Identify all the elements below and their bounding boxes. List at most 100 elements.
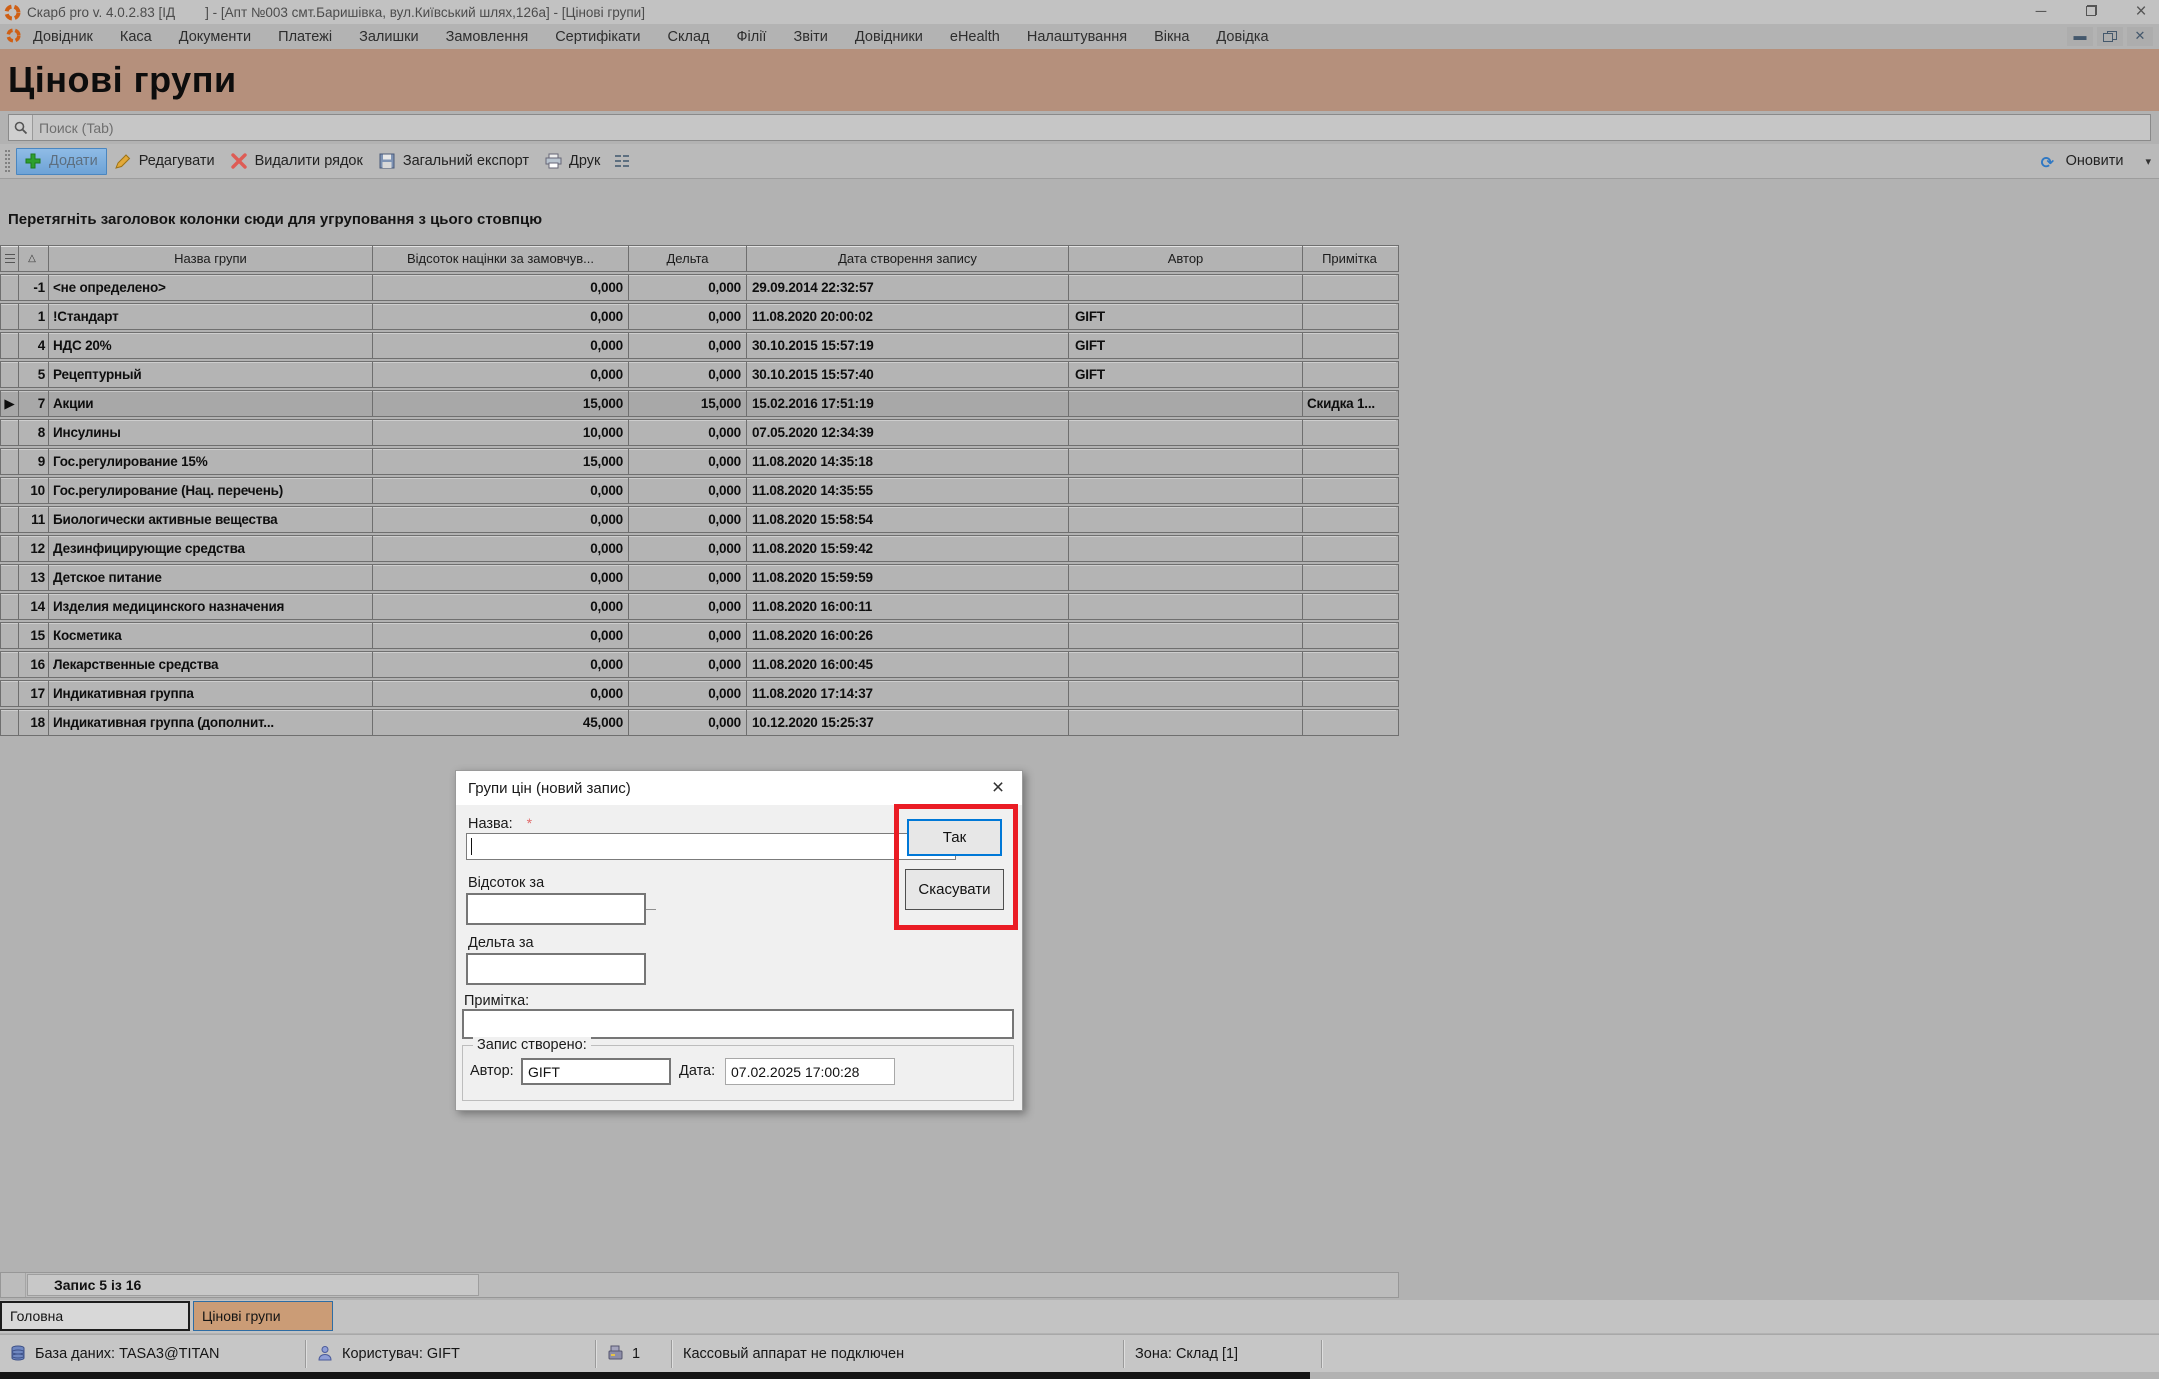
cell-delta: 0,000: [629, 623, 747, 648]
cell-indicator: [1, 420, 19, 445]
table-row[interactable]: 18Индикативная группа (дополнит...45,000…: [0, 709, 1399, 736]
table-row[interactable]: 12Дезинфицирующие средства0,0000,00011.0…: [0, 535, 1399, 562]
table-row[interactable]: 15Косметика0,0000,00011.08.2020 16:00:26: [0, 622, 1399, 649]
delta-field[interactable]: [466, 953, 646, 985]
table-row[interactable]: ▶7Акции15,00015,00015.02.2016 17:51:19Ск…: [0, 390, 1399, 417]
column-header-note[interactable]: Примітка: [1303, 246, 1396, 271]
search-input[interactable]: [33, 116, 2150, 139]
column-header-name[interactable]: Назва групи: [49, 246, 373, 271]
table-row[interactable]: -1<не определено>0,0000,00029.09.2014 22…: [0, 274, 1399, 301]
date-field[interactable]: [725, 1058, 895, 1085]
menu-item-9[interactable]: Звіти: [793, 29, 827, 45]
cell-author: [1069, 594, 1303, 619]
cell-note: [1303, 507, 1396, 532]
menu-item-13[interactable]: Вікна: [1154, 29, 1189, 45]
user-icon: [317, 1345, 334, 1362]
cell-percent: 45,000: [373, 710, 629, 735]
toolbar-dropdown-icon[interactable]: ▾: [2145, 155, 2151, 168]
table-row[interactable]: 10Гос.регулирование (Нац. перечень)0,000…: [0, 477, 1399, 504]
refresh-button[interactable]: ⟳ Оновити ▾: [2041, 153, 2151, 170]
menu-item-0[interactable]: Довідник: [33, 29, 93, 45]
delete-row-button[interactable]: Видалити рядок: [223, 149, 371, 174]
cell-indicator: [1, 304, 19, 329]
cell-id: -1: [19, 275, 49, 300]
column-header-author[interactable]: Автор: [1069, 246, 1303, 271]
cell-indicator: [1, 623, 19, 648]
cell-indicator: [1, 536, 19, 561]
menu-item-3[interactable]: Платежі: [278, 29, 332, 45]
mdi-restore-icon[interactable]: [2097, 27, 2123, 46]
toolbar-grip[interactable]: [5, 150, 10, 172]
print-button[interactable]: Друк: [537, 149, 608, 174]
mdi-minimize-icon[interactable]: ▬: [2067, 27, 2093, 46]
table-row[interactable]: 13Детское питание0,0000,00011.08.2020 15…: [0, 564, 1399, 591]
cell-name: !Стандарт: [49, 304, 373, 329]
search-row: [0, 112, 2159, 144]
cell-name: Изделия медицинского назначения: [49, 594, 373, 619]
column-header-percent[interactable]: Відсоток націнки за замовчув...: [373, 246, 629, 271]
cell-created: 30.10.2015 15:57:40: [747, 362, 1069, 387]
menu-item-7[interactable]: Склад: [668, 29, 710, 45]
add-button-label: Додати: [49, 153, 98, 169]
bottom-edge: [0, 1372, 1310, 1379]
search-icon[interactable]: [9, 115, 33, 140]
cell-created: 10.12.2020 15:25:37: [747, 710, 1069, 735]
menu-item-8[interactable]: Філії: [736, 29, 766, 45]
cell-delta: 0,000: [629, 275, 747, 300]
menu-item-14[interactable]: Довідка: [1216, 29, 1268, 45]
edit-button[interactable]: Редагувати: [107, 149, 223, 174]
table-row[interactable]: 5Рецептурный0,0000,00030.10.2015 15:57:4…: [0, 361, 1399, 388]
add-button[interactable]: Додати: [16, 148, 107, 175]
column-header-delta[interactable]: Дельта: [629, 246, 747, 271]
cell-author: [1069, 391, 1303, 416]
cancel-button[interactable]: Скасувати: [905, 869, 1004, 910]
author-field[interactable]: [521, 1058, 671, 1085]
cell-indicator: [1, 652, 19, 677]
percent-field[interactable]: [466, 893, 646, 925]
delete-row-button-label: Видалити рядок: [255, 153, 363, 169]
close-icon[interactable]: ×: [2131, 0, 2151, 24]
cell-note: Скидка 1...: [1303, 391, 1396, 416]
created-groupbox: Запис створено: Автор: Дата:: [462, 1045, 1014, 1101]
menu-item-1[interactable]: Каса: [120, 29, 152, 45]
app-logo-icon: [4, 4, 21, 21]
menu-item-2[interactable]: Документи: [179, 29, 251, 45]
cell-name: Гос.регулирование 15%: [49, 449, 373, 474]
dialog-close-icon[interactable]: ×: [986, 776, 1010, 800]
grid-view-icon[interactable]: [614, 153, 631, 170]
table-row[interactable]: 9Гос.регулирование 15%15,0000,00011.08.2…: [0, 448, 1399, 475]
cell-name: Акции: [49, 391, 373, 416]
menu-item-10[interactable]: Довідники: [855, 29, 923, 45]
export-button[interactable]: Загальний експорт: [371, 149, 537, 174]
table-row[interactable]: 17Индикативная группа0,0000,00011.08.202…: [0, 680, 1399, 707]
menu-item-6[interactable]: Сертифікати: [555, 29, 640, 45]
menu-item-5[interactable]: Замовлення: [446, 29, 529, 45]
table-row[interactable]: 16Лекарственные средства0,0000,00011.08.…: [0, 651, 1399, 678]
minimize-icon[interactable]: ─: [2031, 0, 2051, 24]
cell-note: [1303, 594, 1396, 619]
restore-icon[interactable]: [2081, 0, 2101, 24]
table-row[interactable]: 1!Стандарт0,0000,00011.08.2020 20:00:02G…: [0, 303, 1399, 330]
table-row[interactable]: 8Инсулины10,0000,00007.05.2020 12:34:39: [0, 419, 1399, 446]
menu-item-4[interactable]: Залишки: [359, 29, 418, 45]
name-field[interactable]: [466, 833, 956, 860]
menu-item-11[interactable]: eHealth: [950, 29, 1000, 45]
mdi-close-icon[interactable]: ✕: [2127, 27, 2153, 46]
cell-id: 18: [19, 710, 49, 735]
status-bar: База даних: TASA3@TITAN Користувач: GIFT…: [0, 1334, 2159, 1372]
page-title: Цінові групи: [8, 59, 237, 101]
note-field[interactable]: [462, 1009, 1014, 1039]
ok-button[interactable]: Так: [907, 819, 1002, 856]
cell-created: 11.08.2020 14:35:18: [747, 449, 1069, 474]
table-row[interactable]: 4НДС 20%0,0000,00030.10.2015 15:57:19GIF…: [0, 332, 1399, 359]
column-header-created[interactable]: Дата створення запису: [747, 246, 1069, 271]
menu-item-12[interactable]: Налаштування: [1027, 29, 1127, 45]
tab-home[interactable]: Головна: [0, 1301, 190, 1331]
table-row[interactable]: 11Биологически активные вещества0,0000,0…: [0, 506, 1399, 533]
tab-price-groups[interactable]: Цінові групи: [193, 1301, 333, 1331]
zone-label: Зона: Склад [1]: [1135, 1346, 1238, 1362]
red-x-icon: [231, 153, 248, 170]
header-id-sort[interactable]: △: [19, 246, 49, 271]
author-label: Автор:: [470, 1063, 514, 1079]
table-row[interactable]: 14Изделия медицинского назначения0,0000,…: [0, 593, 1399, 620]
